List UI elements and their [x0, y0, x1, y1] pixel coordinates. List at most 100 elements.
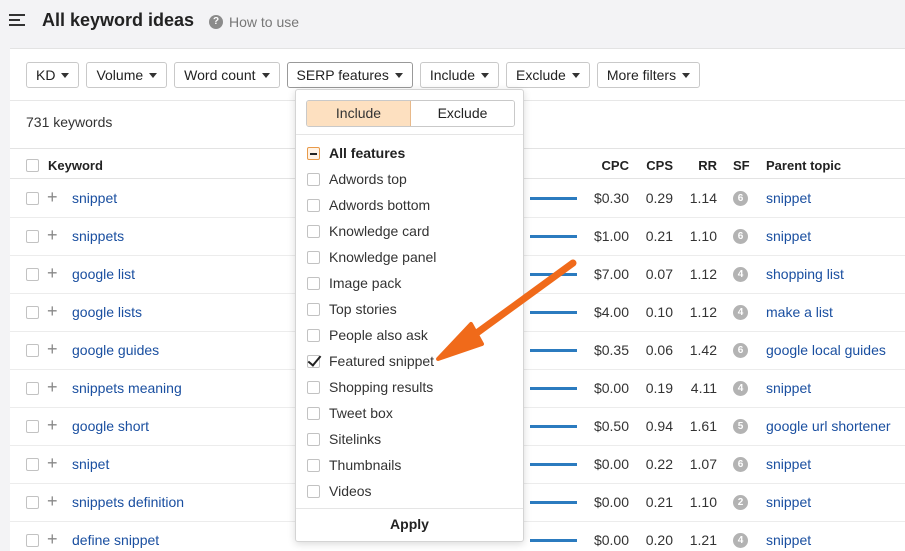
column-cpc[interactable]: CPC: [602, 158, 629, 173]
option-checkbox[interactable]: [307, 484, 320, 498]
serp-features-count-badge[interactable]: 4: [733, 267, 748, 282]
add-to-list-icon[interactable]: +: [47, 188, 58, 206]
word-count-filter-button[interactable]: Word count: [174, 62, 280, 88]
add-to-list-icon[interactable]: +: [47, 492, 58, 510]
apply-button[interactable]: Apply: [296, 507, 523, 541]
add-to-list-icon[interactable]: +: [47, 226, 58, 244]
add-to-list-icon[interactable]: +: [47, 530, 58, 548]
option-checkbox[interactable]: [307, 146, 320, 160]
parent-topic-link[interactable]: google local guides: [766, 342, 886, 358]
add-to-list-icon[interactable]: +: [47, 302, 58, 320]
serp-features-count-badge[interactable]: 5: [733, 419, 748, 434]
serp-features-filter-button[interactable]: SERP features: [286, 62, 413, 88]
hamburger-menu-icon[interactable]: [9, 14, 25, 26]
serp-option[interactable]: People also ask: [307, 325, 428, 345]
serp-features-count-badge[interactable]: 2: [733, 495, 748, 510]
keyword-link[interactable]: google list: [72, 266, 135, 282]
keyword-link[interactable]: google guides: [72, 342, 159, 358]
row-checkbox[interactable]: [26, 306, 39, 319]
serp-option[interactable]: Image pack: [307, 273, 401, 293]
serp-features-count-badge[interactable]: 6: [733, 343, 748, 358]
volume-filter-button[interactable]: Volume: [86, 62, 168, 88]
serp-option[interactable]: Knowledge card: [307, 221, 429, 241]
include-toggle-button[interactable]: Include: [307, 101, 411, 126]
how-to-use-link[interactable]: How to use: [229, 14, 299, 30]
serp-features-count-badge[interactable]: 4: [733, 533, 748, 548]
parent-topic-link[interactable]: make a list: [766, 304, 833, 320]
exclude-filter-button[interactable]: Exclude: [506, 62, 590, 88]
serp-features-count-badge[interactable]: 6: [733, 191, 748, 206]
parent-topic-link[interactable]: shopping list: [766, 266, 844, 282]
serp-option[interactable]: Shopping results: [307, 377, 433, 397]
row-checkbox[interactable]: [26, 268, 39, 281]
option-checkbox[interactable]: [307, 198, 320, 212]
keyword-link[interactable]: define snippet: [72, 532, 159, 548]
serp-option[interactable]: Adwords bottom: [307, 195, 430, 215]
serp-option[interactable]: All features: [307, 143, 405, 163]
serp-option[interactable]: Sitelinks: [307, 429, 381, 449]
parent-topic-link[interactable]: snippet: [766, 532, 811, 548]
parent-topic-link[interactable]: snippet: [766, 190, 811, 206]
option-checkbox[interactable]: [307, 458, 320, 472]
parent-topic-link[interactable]: snippet: [766, 380, 811, 396]
row-checkbox[interactable]: [26, 420, 39, 433]
row-checkbox[interactable]: [26, 192, 39, 205]
column-parent-topic[interactable]: Parent topic: [766, 158, 841, 173]
keyword-link[interactable]: snippet: [72, 190, 117, 206]
option-checkbox[interactable]: [307, 224, 320, 238]
parent-topic-link[interactable]: snippet: [766, 228, 811, 244]
add-to-list-icon[interactable]: +: [47, 454, 58, 472]
row-checkbox[interactable]: [26, 230, 39, 243]
serp-option[interactable]: Knowledge panel: [307, 247, 436, 267]
row-checkbox[interactable]: [26, 496, 39, 509]
serp-option[interactable]: Top stories: [307, 299, 397, 319]
column-rr[interactable]: RR: [698, 158, 717, 173]
add-to-list-icon[interactable]: +: [47, 264, 58, 282]
option-checkbox[interactable]: [307, 354, 320, 368]
serp-option[interactable]: Tweet box: [307, 403, 393, 423]
parent-topic-link[interactable]: snippet: [766, 456, 811, 472]
row-checkbox[interactable]: [26, 344, 39, 357]
keyword-link[interactable]: snippets: [72, 228, 124, 244]
option-checkbox[interactable]: [307, 328, 320, 342]
help-icon[interactable]: ?: [209, 15, 223, 29]
serp-option[interactable]: Thumbnails: [307, 455, 401, 475]
keyword-link[interactable]: snippets definition: [72, 494, 184, 510]
row-checkbox[interactable]: [26, 382, 39, 395]
serp-features-count-badge[interactable]: 6: [733, 457, 748, 472]
serp-features-count-badge[interactable]: 6: [733, 229, 748, 244]
exclude-toggle-button[interactable]: Exclude: [411, 101, 514, 126]
row-checkbox[interactable]: [26, 534, 39, 547]
option-checkbox[interactable]: [307, 380, 320, 394]
option-checkbox[interactable]: [307, 172, 320, 186]
rr-value: 1.10: [689, 228, 717, 244]
serp-option[interactable]: Videos: [307, 481, 372, 501]
keyword-link[interactable]: google short: [72, 418, 149, 434]
keyword-link[interactable]: google lists: [72, 304, 142, 320]
keyword-link[interactable]: snippets meaning: [72, 380, 182, 396]
option-checkbox[interactable]: [307, 250, 320, 264]
column-keyword[interactable]: Keyword: [48, 158, 103, 173]
column-cps[interactable]: CPS: [646, 158, 673, 173]
more-filters-button[interactable]: More filters: [596, 62, 701, 88]
add-to-list-icon[interactable]: +: [47, 378, 58, 396]
option-checkbox[interactable]: [307, 432, 320, 446]
keyword-link[interactable]: snipet: [72, 456, 109, 472]
select-all-checkbox[interactable]: [26, 159, 39, 172]
add-to-list-icon[interactable]: +: [47, 340, 58, 358]
row-checkbox[interactable]: [26, 458, 39, 471]
serp-features-count-badge[interactable]: 4: [733, 381, 748, 396]
parent-topic-link[interactable]: google url shortener: [766, 418, 891, 434]
serp-option[interactable]: Featured snippet: [307, 351, 434, 371]
add-to-list-icon[interactable]: +: [47, 416, 58, 434]
option-checkbox[interactable]: [307, 406, 320, 420]
option-checkbox[interactable]: [307, 276, 320, 290]
serp-option[interactable]: Adwords top: [307, 169, 407, 189]
kd-filter-button[interactable]: KD: [26, 62, 80, 88]
divider: [296, 134, 523, 135]
serp-features-count-badge[interactable]: 4: [733, 305, 748, 320]
column-sf[interactable]: SF: [733, 158, 750, 173]
option-checkbox[interactable]: [307, 302, 320, 316]
parent-topic-link[interactable]: snippet: [766, 494, 811, 510]
include-filter-button[interactable]: Include: [419, 62, 500, 88]
